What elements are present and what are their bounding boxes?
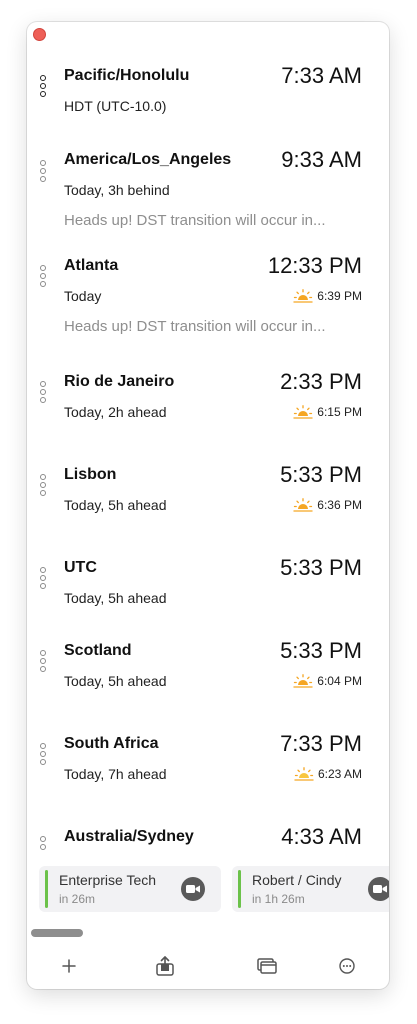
drag-handle-icon[interactable] (40, 381, 46, 403)
sun-horizon-icon (293, 405, 313, 419)
sun-event: 6:23 AM (294, 767, 362, 781)
timezone-time: 5:33 PM (280, 462, 362, 487)
meeting-card[interactable]: Enterprise Tech in 26m (39, 866, 221, 912)
timezone-name: America/Los_Angeles (64, 151, 232, 168)
sun-horizon-icon (293, 674, 313, 688)
timezone-row[interactable]: Lisbon 5:33 PM Today, 5h ahead 6:36 PM (27, 462, 389, 521)
timezone-time: 7:33 AM (281, 63, 362, 88)
horizontal-scrollbar[interactable] (31, 929, 83, 937)
timezone-subtitle: Today, 5h ahead (64, 590, 167, 606)
sun-event: 6:04 PM (293, 674, 362, 688)
drag-handle-icon[interactable] (40, 75, 46, 97)
timezone-time: 7:33 PM (280, 731, 362, 756)
timezone-subtitle: Today, 2h ahead (64, 404, 167, 420)
sunrise-icon (294, 767, 314, 781)
timezone-time: 2:33 PM (280, 369, 362, 394)
sun-event: 6:15 PM (293, 405, 362, 419)
timezone-subtitle: Today, 5h ahead (64, 673, 167, 689)
timezone-subtitle: Today, 7h ahead (64, 766, 167, 782)
timezone-name: UTC (64, 559, 97, 576)
video-camera-icon[interactable] (368, 877, 389, 901)
timezone-time: 12:33 PM (267, 253, 362, 278)
meeting-title: Enterprise Tech (59, 872, 157, 888)
meeting-color-bar (238, 870, 241, 908)
timezone-time: 5:33 PM (280, 638, 362, 663)
timezone-row[interactable]: Rio de Janeiro 2:33 PM Today, 2h ahead 6… (27, 369, 389, 428)
drag-handle-icon[interactable] (40, 836, 46, 850)
drag-handle-icon[interactable] (40, 265, 46, 287)
timezone-row[interactable]: South Africa 7:33 PM Today, 7h ahead 6:2… (27, 731, 389, 790)
timezone-name: Rio de Janeiro (64, 373, 175, 390)
sun-time: 6:39 PM (317, 289, 362, 303)
sun-horizon-icon (293, 498, 313, 512)
drag-handle-icon[interactable] (40, 743, 46, 765)
timezone-time: 5:33 PM (280, 555, 362, 580)
drag-handle-icon[interactable] (40, 650, 46, 672)
plus-icon[interactable] (59, 956, 79, 976)
sun-horizon-icon (293, 289, 313, 303)
timezone-name: South Africa (64, 735, 159, 752)
drag-handle-icon[interactable] (40, 160, 46, 182)
app-window: Pacific/Honolulu 7:33 AM HDT (UTC-10.0) … (27, 22, 389, 989)
sun-time: 6:23 AM (317, 767, 362, 781)
windows-icon[interactable] (257, 956, 277, 976)
timezone-name: Scotland (64, 642, 132, 659)
drag-handle-icon[interactable] (40, 474, 46, 496)
timezone-row[interactable]: Australia/Sydney 4:33 AM (27, 824, 389, 858)
more-icon[interactable] (337, 956, 357, 976)
meeting-time: in 1h 26m (252, 892, 305, 906)
sun-time: 6:15 PM (317, 405, 362, 419)
timezone-subtitle: Today, 5h ahead (64, 497, 167, 513)
timezone-row[interactable]: Pacific/Honolulu 7:33 AM HDT (UTC-10.0) (27, 63, 389, 122)
drag-handle-icon[interactable] (40, 567, 46, 589)
timezone-row[interactable]: Scotland 5:33 PM Today, 5h ahead 6:04 PM (27, 638, 389, 697)
timezone-name: Pacific/Honolulu (64, 67, 190, 84)
meeting-color-bar (45, 870, 48, 908)
meeting-card[interactable]: Robert / Cindy in 1h 26m (232, 866, 389, 912)
timezone-time: 4:33 AM (281, 824, 362, 849)
timezone-name: Lisbon (64, 466, 117, 483)
timezone-subtitle: Today, 3h behind (64, 182, 170, 198)
timezone-subtitle: Today (64, 288, 102, 304)
meeting-title: Robert / Cindy (252, 872, 342, 888)
meeting-time: in 26m (59, 892, 96, 906)
dst-warning: Heads up! DST transition will occur in..… (64, 212, 326, 229)
dst-warning: Heads up! DST transition will occur in..… (64, 318, 326, 335)
sun-event: 6:39 PM (293, 289, 362, 303)
timezone-row[interactable]: Atlanta 12:33 PM Today 6:39 PM Heads up!… (27, 253, 389, 347)
video-camera-icon[interactable] (181, 877, 205, 901)
sun-time: 6:36 PM (317, 498, 362, 512)
timezone-row[interactable]: America/Los_Angeles 9:33 AM Today, 3h be… (27, 147, 389, 241)
sun-time: 6:04 PM (317, 674, 362, 688)
close-window-button[interactable] (33, 28, 46, 41)
timezone-time: 9:33 AM (281, 147, 362, 172)
timezone-row[interactable]: UTC 5:33 PM Today, 5h ahead (27, 555, 389, 614)
timezone-subtitle: HDT (UTC-10.0) (64, 98, 167, 114)
timezone-name: Atlanta (64, 257, 119, 274)
share-icon[interactable] (155, 956, 175, 976)
sun-event: 6:36 PM (293, 498, 362, 512)
timezone-name: Australia/Sydney (64, 828, 194, 845)
